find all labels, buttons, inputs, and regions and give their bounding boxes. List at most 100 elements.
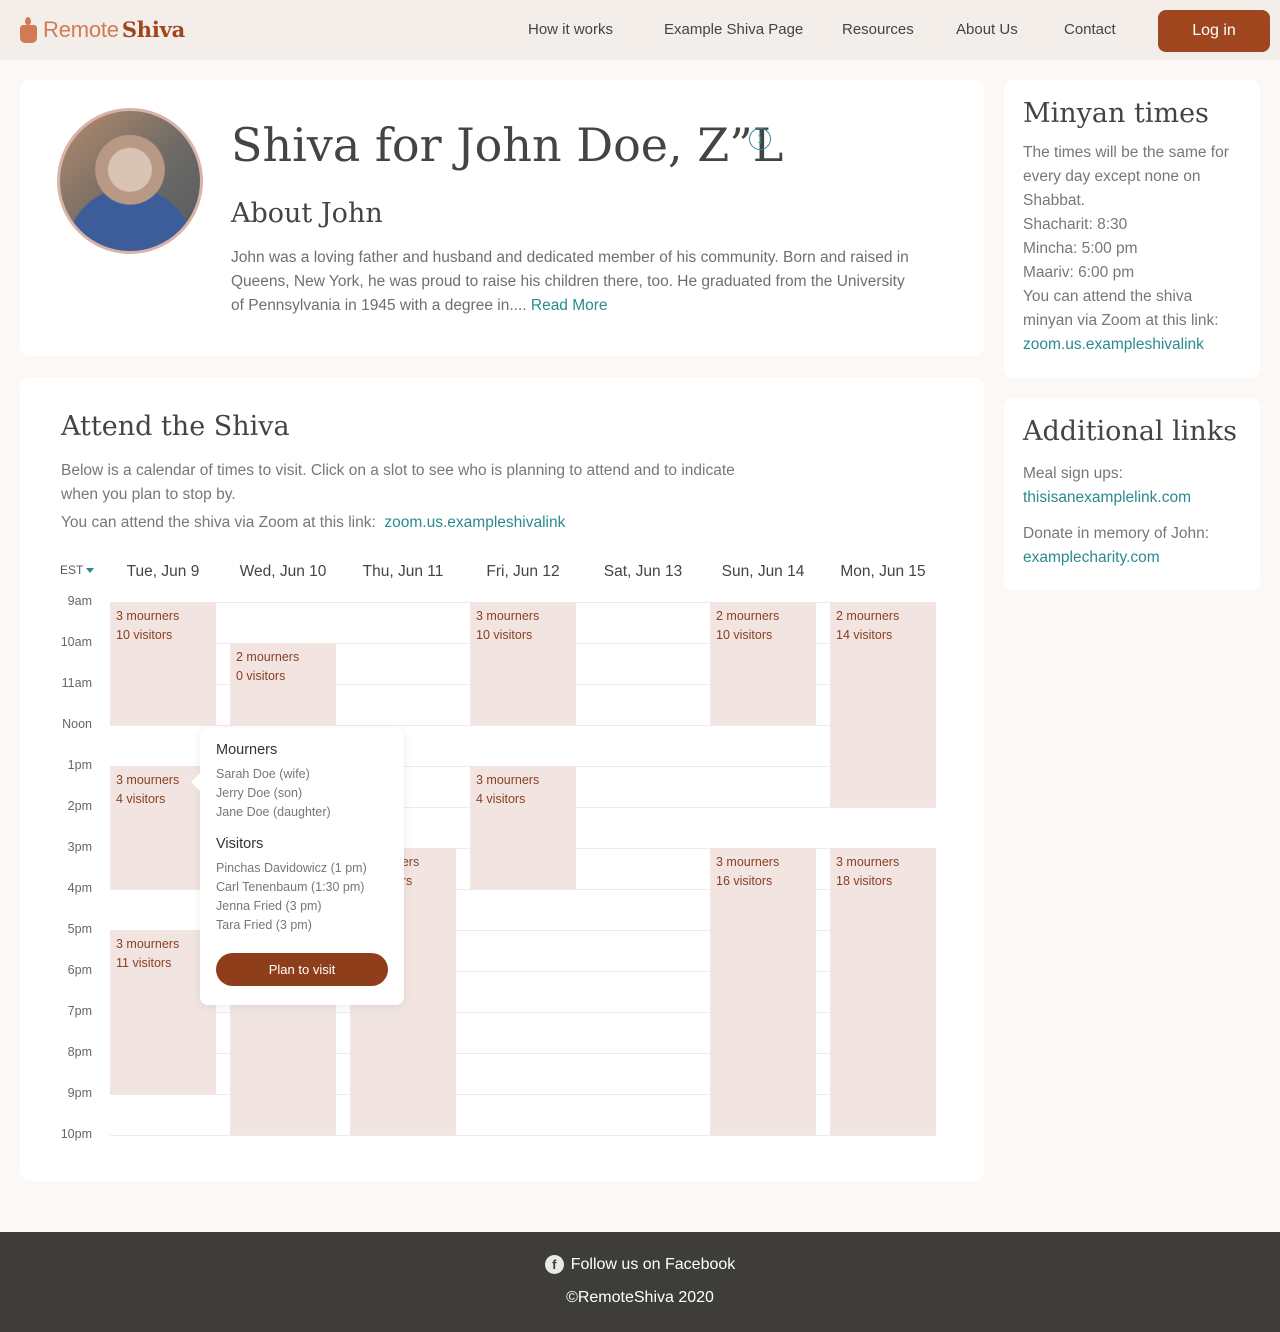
slot-summary: 3 mourners 4 visitors bbox=[116, 771, 179, 809]
time-label: 2pm bbox=[67, 799, 92, 813]
slot-visitors: 18 visitors bbox=[836, 874, 893, 888]
visit-slot[interactable]: 2 mourners 10 visitors bbox=[710, 602, 816, 725]
meal-signup-link[interactable]: thisisanexamplelink.com bbox=[1023, 486, 1245, 510]
visit-slot[interactable]: 3 mourners 10 visitors bbox=[110, 602, 216, 725]
donate-link[interactable]: examplecharity.com bbox=[1023, 546, 1245, 570]
slot-mourners: 3 mourners bbox=[116, 773, 180, 787]
time-label: 8pm bbox=[67, 1045, 92, 1059]
main-nav: How it works Example Shiva Page Resource… bbox=[0, 0, 1280, 60]
popover-arrow bbox=[191, 773, 200, 791]
attend-zoom: You can attend the shiva via Zoom at thi… bbox=[61, 514, 565, 532]
copyright: ©RemoteShiva 2020 bbox=[566, 1289, 714, 1306]
popover-mourners-title: Mourners bbox=[216, 742, 278, 758]
facebook-icon: f bbox=[544, 1255, 564, 1274]
timezone-value: EST bbox=[60, 563, 84, 577]
minyan-shacharit: Shacharit: 8:30 bbox=[1023, 216, 1128, 233]
visit-slot[interactable]: 3 mourners 10 visitors bbox=[470, 602, 576, 725]
site-footer: f Follow us on Facebook ©RemoteShiva 202… bbox=[0, 1232, 1280, 1332]
day-header: Thu, Jun 11 bbox=[362, 563, 444, 580]
time-label: 6pm bbox=[67, 963, 92, 977]
time-label: 5pm bbox=[67, 922, 92, 936]
facebook-link[interactable]: f Follow us on Facebook bbox=[0, 1255, 1280, 1274]
popover-visitor: Tara Fried (3 pm) bbox=[216, 918, 312, 932]
slot-summary: 2 mourners 10 visitors bbox=[716, 607, 779, 645]
popover-visitor: Carl Tenenbaum (1:30 pm) bbox=[216, 880, 365, 894]
visit-slot[interactable]: 3 mourners 4 visitors bbox=[470, 766, 576, 889]
slot-visitors: 16 visitors bbox=[716, 874, 773, 888]
nav-about-us[interactable]: About Us bbox=[956, 21, 1018, 38]
meal-signup: Meal sign ups: thisisanexamplelink.com bbox=[1023, 462, 1245, 510]
nav-contact[interactable]: Contact bbox=[1064, 21, 1116, 38]
minyan-title: Minyan times bbox=[1023, 98, 1209, 129]
attend-description: Below is a calendar of times to visit. C… bbox=[61, 462, 735, 503]
slot-visitors: 11 visitors bbox=[116, 956, 172, 970]
minyan-maariv: Maariv: 6:00 pm bbox=[1023, 264, 1135, 281]
day-header: Mon, Jun 15 bbox=[840, 563, 926, 580]
nav-example-shiva-page[interactable]: Example Shiva Page bbox=[664, 21, 803, 38]
popover-mourner: Sarah Doe (wife) bbox=[216, 767, 310, 781]
attend-zoom-link[interactable]: zoom.us.exampleshivalink bbox=[384, 514, 565, 531]
time-label: 11am bbox=[61, 676, 92, 690]
donate: Donate in memory of John: examplecharity… bbox=[1023, 522, 1245, 570]
deceased-profile-card: Shiva for John Doe, Z”L i About John Joh… bbox=[20, 80, 984, 356]
plan-to-visit-button[interactable]: Plan to visit bbox=[216, 953, 388, 986]
additional-links-card: Additional links Meal sign ups: thisisan… bbox=[1004, 398, 1260, 590]
slot-mourners: 3 mourners bbox=[476, 773, 540, 787]
slot-mourners: 2 mourners bbox=[836, 609, 900, 623]
visit-slot[interactable]: 3 mourners 18 visitors bbox=[830, 848, 936, 1135]
time-label: Noon bbox=[62, 717, 92, 731]
slot-visitors: 0 visitors bbox=[236, 669, 286, 683]
slot-mourners: 2 mourners bbox=[236, 650, 300, 664]
timezone-select[interactable]: EST bbox=[60, 563, 95, 577]
day-header: Sat, Jun 13 bbox=[603, 563, 683, 580]
time-label: 1pm bbox=[67, 758, 92, 772]
visit-slot[interactable]: 2 mourners 0 visitors bbox=[230, 643, 336, 725]
about-title: About John bbox=[231, 198, 383, 229]
time-label: 10pm bbox=[60, 1127, 92, 1141]
nav-resources[interactable]: Resources bbox=[842, 21, 914, 38]
slot-visitors: 10 visitors bbox=[716, 628, 773, 642]
day-header: Wed, Jun 10 bbox=[239, 563, 327, 580]
page-title: Shiva for John Doe, Z”L bbox=[231, 118, 784, 172]
meal-signup-label: Meal sign ups: bbox=[1023, 465, 1123, 482]
facebook-label: Follow us on Facebook bbox=[570, 1255, 736, 1273]
minyan-note: The times will be the same for every day… bbox=[1023, 144, 1229, 209]
slot-visitors: 14 visitors bbox=[836, 628, 893, 642]
minyan-zoom-link[interactable]: zoom.us.exampleshivalink bbox=[1023, 333, 1245, 357]
login-button[interactable]: Log in bbox=[1158, 10, 1270, 52]
day-header: Sun, Jun 14 bbox=[721, 563, 805, 580]
slot-summary: 2 mourners 14 visitors bbox=[836, 607, 899, 645]
deceased-photo bbox=[57, 108, 203, 254]
time-label: 9pm bbox=[67, 1086, 92, 1100]
additional-links-title: Additional links bbox=[1023, 416, 1238, 447]
read-more-link[interactable]: Read More bbox=[531, 297, 608, 314]
slot-visitors: 10 visitors bbox=[476, 628, 533, 642]
minyan-zoom-note: You can attend the shiva minyan via Zoom… bbox=[1023, 288, 1219, 329]
donate-label: Donate in memory of John: bbox=[1023, 525, 1210, 542]
time-label: 10am bbox=[60, 635, 92, 649]
slot-details-popover: Mourners Sarah Doe (wife) Jerry Doe (son… bbox=[191, 728, 404, 1005]
grid-line bbox=[110, 725, 936, 726]
time-label: 3pm bbox=[67, 840, 92, 854]
info-icon[interactable]: i bbox=[749, 128, 771, 150]
slot-visitors: 10 visitors bbox=[116, 628, 173, 642]
slot-summary: 3 mourners 16 visitors bbox=[716, 853, 779, 891]
slot-visitors: 4 visitors bbox=[116, 792, 166, 806]
slot-summary: 3 mourners 18 visitors bbox=[836, 853, 899, 891]
site-header: Remote Shiva How it works Example Shiva P… bbox=[0, 0, 1280, 60]
slot-summary: 2 mourners 0 visitors bbox=[236, 648, 299, 686]
attend-title: Attend the Shiva bbox=[61, 411, 290, 442]
visit-slot[interactable]: 3 mourners 16 visitors bbox=[710, 848, 816, 1135]
nav-how-it-works[interactable]: How it works bbox=[528, 21, 613, 38]
popover-visitor: Jenna Fried (3 pm) bbox=[216, 899, 322, 913]
slot-mourners: 3 mourners bbox=[116, 937, 180, 951]
popover-visitors-title: Visitors bbox=[216, 836, 264, 852]
caret-down-icon bbox=[86, 568, 95, 574]
time-label: 4pm bbox=[67, 881, 92, 895]
slot-summary: 3 mourners 10 visitors bbox=[116, 607, 179, 645]
attend-zoom-label: You can attend the shiva via Zoom at thi… bbox=[61, 514, 376, 531]
attend-shiva-card: Attend the Shiva Below is a calendar of … bbox=[20, 377, 984, 1181]
popover-mourner: Jerry Doe (son) bbox=[216, 786, 303, 800]
day-header: Tue, Jun 9 bbox=[126, 563, 200, 580]
visit-slot[interactable]: 2 mourners 14 visitors bbox=[830, 602, 936, 807]
